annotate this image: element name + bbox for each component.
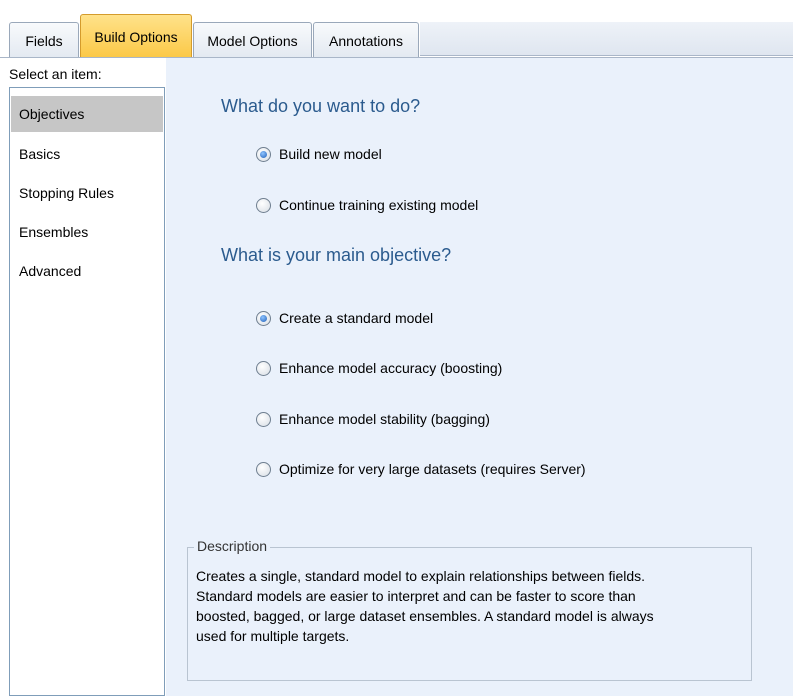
standard-model-radio[interactable] [256,310,271,326]
tab-annotations[interactable]: Annotations [313,22,419,58]
build-new-model-option[interactable]: Build new model [256,144,382,164]
item-list[interactable]: Objectives Basics Stopping Rules Ensembl… [9,87,165,696]
objectives-panel: What do you want to do? Build new model … [166,58,793,696]
continue-training-radio[interactable] [256,197,271,213]
standard-model-option[interactable]: Create a standard model [256,308,433,328]
tab-build-options[interactable]: Build Options [80,14,192,58]
tab-fields[interactable]: Fields [9,22,79,58]
sidebar-item-basics[interactable]: Basics [11,136,163,172]
boosting-label: Enhance model accuracy (boosting) [279,360,503,376]
bagging-radio[interactable] [256,411,271,427]
continue-training-label: Continue training existing model [279,197,479,213]
sidebar-item-ensembles[interactable]: Ensembles [11,214,163,250]
description-group: Description Creates a single, standard m… [187,538,752,681]
tab-model-options[interactable]: Model Options [193,22,312,58]
large-datasets-radio[interactable] [256,461,271,477]
description-text: Creates a single, standard model to expl… [196,566,746,646]
bagging-label: Enhance model stability (bagging) [279,411,490,427]
continue-training-option[interactable]: Continue training existing model [256,195,478,215]
description-line: used for multiple targets. [196,628,350,644]
boosting-radio[interactable] [256,360,271,376]
sidebar-item-stopping-rules[interactable]: Stopping Rules [11,175,163,211]
description-line: Standard models are easier to interpret … [196,588,636,604]
description-line: Creates a single, standard model to expl… [196,568,646,584]
build-new-model-radio[interactable] [256,146,271,162]
large-datasets-label: Optimize for very large datasets (requir… [279,461,586,477]
standard-model-label: Create a standard model [279,310,434,326]
description-line: boosted, bagged, or large dataset ensemb… [196,608,654,624]
bagging-option[interactable]: Enhance model stability (bagging) [256,409,490,429]
tab-strip-background [420,22,793,56]
main-objective-heading: What is your main objective? [221,245,452,265]
boosting-option[interactable]: Enhance model accuracy (boosting) [256,358,502,378]
build-new-model-label: Build new model [279,146,382,162]
large-datasets-option[interactable]: Optimize for very large datasets (requir… [256,459,586,479]
sidebar-item-advanced[interactable]: Advanced [11,253,163,289]
sidebar-item-objectives[interactable]: Objectives [11,96,163,132]
tab-strip: Fields Build Options Model Options Annot… [0,0,793,60]
what-to-do-heading: What do you want to do? [221,96,421,116]
select-item-label: Select an item: [9,66,102,82]
description-legend: Description [194,538,271,554]
